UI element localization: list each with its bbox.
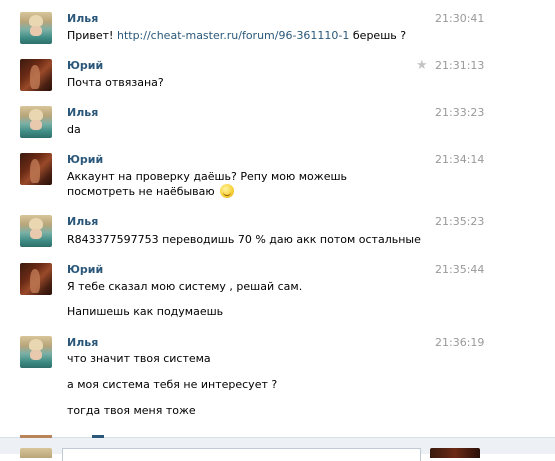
message-text: что значит твоя система <box>67 352 211 365</box>
message-text: da <box>67 123 81 136</box>
message-text: Аккаунт на проверку даёшь? Репу мою може… <box>67 170 407 199</box>
author-name[interactable]: Юрий <box>67 263 103 276</box>
next-message-avatar-edge <box>20 435 52 438</box>
message-composer <box>0 435 555 461</box>
author-avatar[interactable] <box>20 59 52 91</box>
star-icon[interactable]: ★ <box>416 59 428 72</box>
message-time: 21:34:14 <box>435 153 485 166</box>
author-name[interactable]: Илья <box>67 12 98 25</box>
message-text-part: Привет! <box>67 29 117 42</box>
wink-smiley-icon <box>220 184 235 198</box>
message-time: 21:31:13 <box>435 59 485 72</box>
message-time: 21:33:23 <box>435 106 485 119</box>
message-text: Напишешь как подумаешь <box>67 305 224 318</box>
message-history: Илья 21:30:41 Привет! http://cheat-maste… <box>0 0 555 437</box>
message-input[interactable] <box>62 448 421 461</box>
author-avatar[interactable] <box>20 153 52 185</box>
message-time: 21:30:41 <box>435 12 485 25</box>
author-avatar[interactable] <box>20 263 52 295</box>
author-name[interactable]: Юрий <box>67 153 103 166</box>
message-text: тогда твоя меня тоже <box>67 404 196 417</box>
author-name[interactable]: Илья <box>67 215 98 228</box>
author-avatar[interactable] <box>20 12 52 44</box>
author-name[interactable]: Илья <box>67 336 98 349</box>
message-time: 21:35:23 <box>435 215 485 228</box>
message-time: 21:36:19 <box>435 336 485 349</box>
message-text: Я тебе сказал мою систему , решай сам. <box>67 280 303 293</box>
author-name[interactable]: Илья <box>67 106 98 119</box>
message-text-part: Аккаунт на проверку даёшь? Репу мою може… <box>67 170 348 198</box>
message-text: а моя система тебя не интересует ? <box>67 378 278 391</box>
next-message-name-edge <box>92 435 104 438</box>
message-text: Почта отвязана? <box>67 76 164 89</box>
author-avatar[interactable] <box>20 106 52 138</box>
peer-avatar[interactable] <box>430 448 480 458</box>
author-avatar[interactable] <box>20 336 52 368</box>
message-link[interactable]: http://cheat-master.ru/forum/96-361110-1 <box>117 29 349 42</box>
message-text-part: берешь ? <box>349 29 407 42</box>
message-text: R843377597753 переводишь 70 % даю акк по… <box>67 233 421 246</box>
author-avatar[interactable] <box>20 215 52 247</box>
my-avatar[interactable] <box>20 448 52 458</box>
author-name[interactable]: Юрий <box>67 59 103 72</box>
message-time: 21:35:44 <box>435 263 485 276</box>
message-text: Привет! http://cheat-master.ru/forum/96-… <box>67 29 406 43</box>
